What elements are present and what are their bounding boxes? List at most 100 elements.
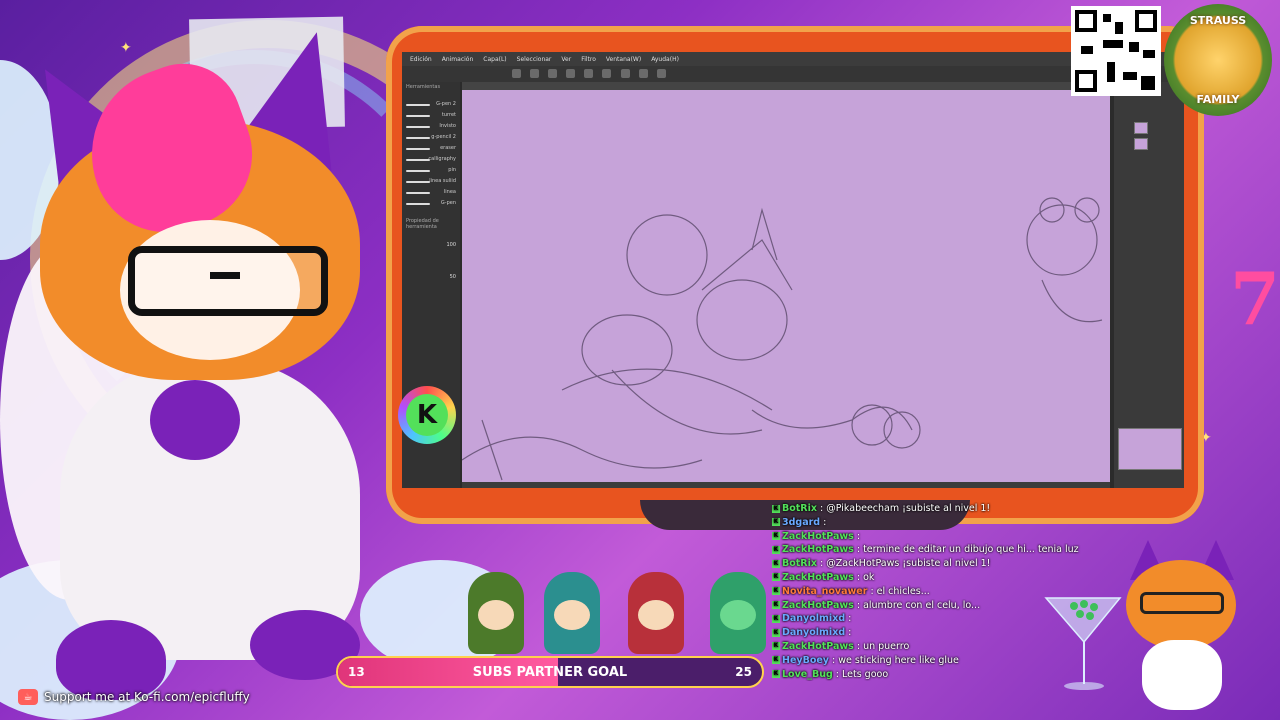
- chat-username: ZackHotPaws: [782, 640, 854, 652]
- chat-username: Danyolmixd: [782, 613, 846, 625]
- brush-item[interactable]: g-pencil 2: [431, 134, 456, 140]
- kick-logo-letter: K: [406, 394, 448, 436]
- chat-message: K ZackHotPaws : un puerro: [772, 640, 1272, 654]
- subscriber-avatar: [710, 572, 766, 654]
- undo-icon[interactable]: [566, 69, 576, 78]
- brush-opacity-value[interactable]: 50: [450, 274, 456, 280]
- layers-panel: [1114, 82, 1184, 488]
- chat-username: ZackHotPaws: [782, 544, 854, 556]
- chat-badge-icon: K: [772, 656, 780, 665]
- chat-username: BotRix: [782, 558, 818, 570]
- qr-code: [1071, 6, 1161, 96]
- brush-item[interactable]: G-pen: [441, 200, 456, 206]
- menu-item-ventana[interactable]: Ventana(W): [606, 56, 641, 63]
- canvas-tabs: [462, 82, 1110, 90]
- chat-message: K 3dgard :: [772, 516, 1272, 530]
- brush-preview: [406, 203, 430, 205]
- brush-item[interactable]: pin: [448, 167, 456, 173]
- brush-item[interactable]: turret: [442, 112, 456, 118]
- subscriber-avatar: [628, 572, 684, 654]
- brush-preview: [406, 170, 430, 172]
- chat-badge-icon: K: [772, 532, 780, 541]
- new-file-icon[interactable]: [512, 69, 521, 78]
- chat-message-text: : termine de editar un dibujo que hi... …: [853, 544, 1079, 556]
- goal-label: SUBS PARTNER GOAL: [472, 664, 628, 680]
- transform-icon[interactable]: [620, 69, 630, 78]
- chat-message-text: : we sticking here like glue: [829, 654, 959, 666]
- menu-item-ayuda[interactable]: Ayuda(H): [651, 56, 679, 63]
- subs-goal-bar: 13 SUBS PARTNER GOAL 25: [336, 656, 764, 688]
- fox-glasses-bridge: [210, 272, 240, 279]
- chat-message: K Novita_novawer : el chicles...: [772, 585, 1272, 599]
- chat-username: ZackHotPaws: [782, 599, 854, 611]
- goal-target: 25: [735, 665, 752, 679]
- save-icon[interactable]: [548, 69, 558, 78]
- chat-message-text: :: [820, 516, 827, 528]
- kofi-banner: ☕ Support me at Ko-fi.com/epicfluffy: [18, 686, 250, 708]
- sketch-lines: [461, 197, 1103, 481]
- fox-glasses: [128, 246, 328, 316]
- chat-badge-icon: K: [772, 545, 780, 554]
- chat-username: Novita_novawer: [782, 585, 868, 597]
- brush-preview: [406, 137, 430, 139]
- brush-item[interactable]: G-pen 2: [436, 101, 456, 107]
- layer-thumbnail[interactable]: [1134, 138, 1148, 150]
- menu-item-animacion[interactable]: Animación: [442, 56, 474, 63]
- chat-badge-icon: K: [772, 559, 780, 568]
- chat-badge-icon: K: [772, 587, 780, 596]
- chat-username: ZackHotPaws: [782, 571, 854, 583]
- chat-overlay: K BotRix : @Pikabeecham ¡subiste al nivel…: [772, 502, 1272, 698]
- brush-preview: [406, 104, 430, 106]
- chat-message-text: :: [845, 627, 852, 639]
- redo-icon[interactable]: [584, 69, 594, 78]
- chat-message: K ZackHotPaws : alumbre con el celu, lo..…: [772, 599, 1272, 613]
- brush-item[interactable]: eraser: [440, 145, 456, 151]
- kick-logo-badge: K: [398, 386, 456, 444]
- select-icon[interactable]: [638, 69, 648, 78]
- subscriber-avatar: [468, 572, 524, 654]
- clear-icon[interactable]: [602, 69, 612, 78]
- chat-username: 3dgard: [782, 516, 821, 528]
- chat-message: K Love_Bug : Lets gooo: [772, 668, 1272, 682]
- layer-thumbnail[interactable]: [1134, 122, 1148, 134]
- chat-message: K BotRix : @ZackHotPaws ¡subiste al nivel…: [772, 557, 1272, 571]
- chat-badge-icon: K: [772, 504, 780, 513]
- chat-badge-icon: K: [772, 601, 780, 610]
- badge-text-top: STRAUSS: [1189, 14, 1247, 27]
- open-file-icon[interactable]: [530, 69, 540, 78]
- subscriber-avatar: [544, 572, 600, 654]
- brush-preview: [406, 126, 430, 128]
- brush-panel-title: Herramientas: [406, 84, 441, 90]
- brush-size-value[interactable]: 100: [446, 242, 456, 248]
- menu-item-capa[interactable]: Capa(L): [483, 56, 506, 63]
- menu-item-seleccionar[interactable]: Seleccionar: [517, 56, 552, 63]
- chat-username: BotRix: [782, 503, 818, 514]
- status-bar: [462, 482, 1110, 488]
- menu-item-ver[interactable]: Ver: [561, 56, 571, 63]
- ruler-icon[interactable]: [656, 69, 666, 78]
- number-decoration: 7: [1230, 256, 1280, 341]
- chat-message-text: : el chicles...: [867, 585, 930, 597]
- badge-text-bottom: FAMILY: [1196, 93, 1240, 106]
- chat-badge-icon: K: [772, 518, 780, 527]
- chat-message-text: :: [853, 530, 861, 542]
- brush-item[interactable]: Invisto: [439, 123, 456, 129]
- chat-message-text: : un puerro: [853, 640, 910, 652]
- kofi-text: Support me at Ko-fi.com/epicfluffy: [44, 690, 250, 704]
- chat-username: Love_Bug: [782, 668, 833, 680]
- navigator-preview[interactable]: [1118, 428, 1182, 470]
- chat-message-text: : Lets gooo: [832, 668, 889, 680]
- chat-badge-icon: K: [772, 573, 780, 582]
- menu-item-filtro[interactable]: Filtro: [581, 56, 596, 63]
- chat-message-text: : @ZackHotPaws ¡subiste al nivel 1!: [817, 558, 991, 570]
- chat-username: ZackHotPaws: [782, 530, 854, 542]
- chat-message: K ZackHotPaws : termine de editar un dibu…: [772, 543, 1272, 557]
- drawing-canvas[interactable]: [461, 90, 1110, 482]
- brush-item[interactable]: calligraphy: [428, 156, 456, 162]
- brush-item[interactable]: linea: [444, 189, 456, 195]
- brush-item[interactable]: linea suliid: [429, 178, 456, 184]
- chat-message-text: : @Pikabeecham ¡subiste al nivel 1!: [817, 503, 991, 514]
- brush-properties-title: Propiedad de herramienta: [406, 218, 439, 230]
- menu-item-edicion[interactable]: Edición: [410, 56, 432, 63]
- toolbar: [402, 66, 1184, 82]
